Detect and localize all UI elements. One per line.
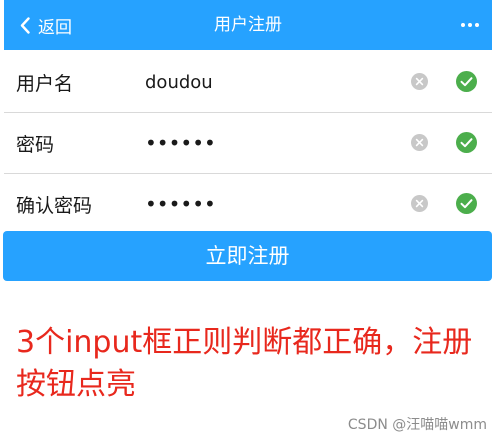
register-form: 用户名 密码 确认密码	[4, 52, 492, 234]
more-dot-icon	[475, 23, 479, 27]
watermark: CSDN @汪喵喵wmm	[347, 417, 487, 433]
chevron-left-icon	[20, 16, 30, 34]
confirm-password-label: 确认密码	[16, 195, 93, 217]
password-input[interactable]	[145, 125, 385, 161]
back-button[interactable]: 返回	[20, 0, 72, 50]
confirm-password-row: 确认密码	[4, 174, 492, 234]
more-button[interactable]	[458, 0, 479, 50]
more-dot-icon	[468, 23, 472, 27]
page-title: 用户注册	[214, 15, 282, 35]
username-row: 用户名	[4, 52, 492, 113]
annotation-text: 3个input框正则判断都正确，注册按钮点亮	[16, 325, 473, 402]
username-label: 用户名	[16, 73, 74, 95]
clear-icon[interactable]	[411, 134, 428, 151]
password-row: 密码	[4, 113, 492, 174]
more-dot-icon	[461, 23, 465, 27]
back-label: 返回	[38, 17, 72, 38]
password-label: 密码	[16, 134, 55, 156]
clear-icon[interactable]	[411, 195, 428, 212]
check-icon	[456, 193, 477, 214]
check-icon	[456, 71, 477, 92]
username-input[interactable]	[145, 64, 385, 100]
confirm-password-input[interactable]	[145, 186, 385, 222]
register-button[interactable]: 立即注册	[3, 231, 492, 281]
check-icon	[456, 132, 477, 153]
navbar: 返回 用户注册	[4, 0, 492, 50]
clear-icon[interactable]	[411, 73, 428, 90]
